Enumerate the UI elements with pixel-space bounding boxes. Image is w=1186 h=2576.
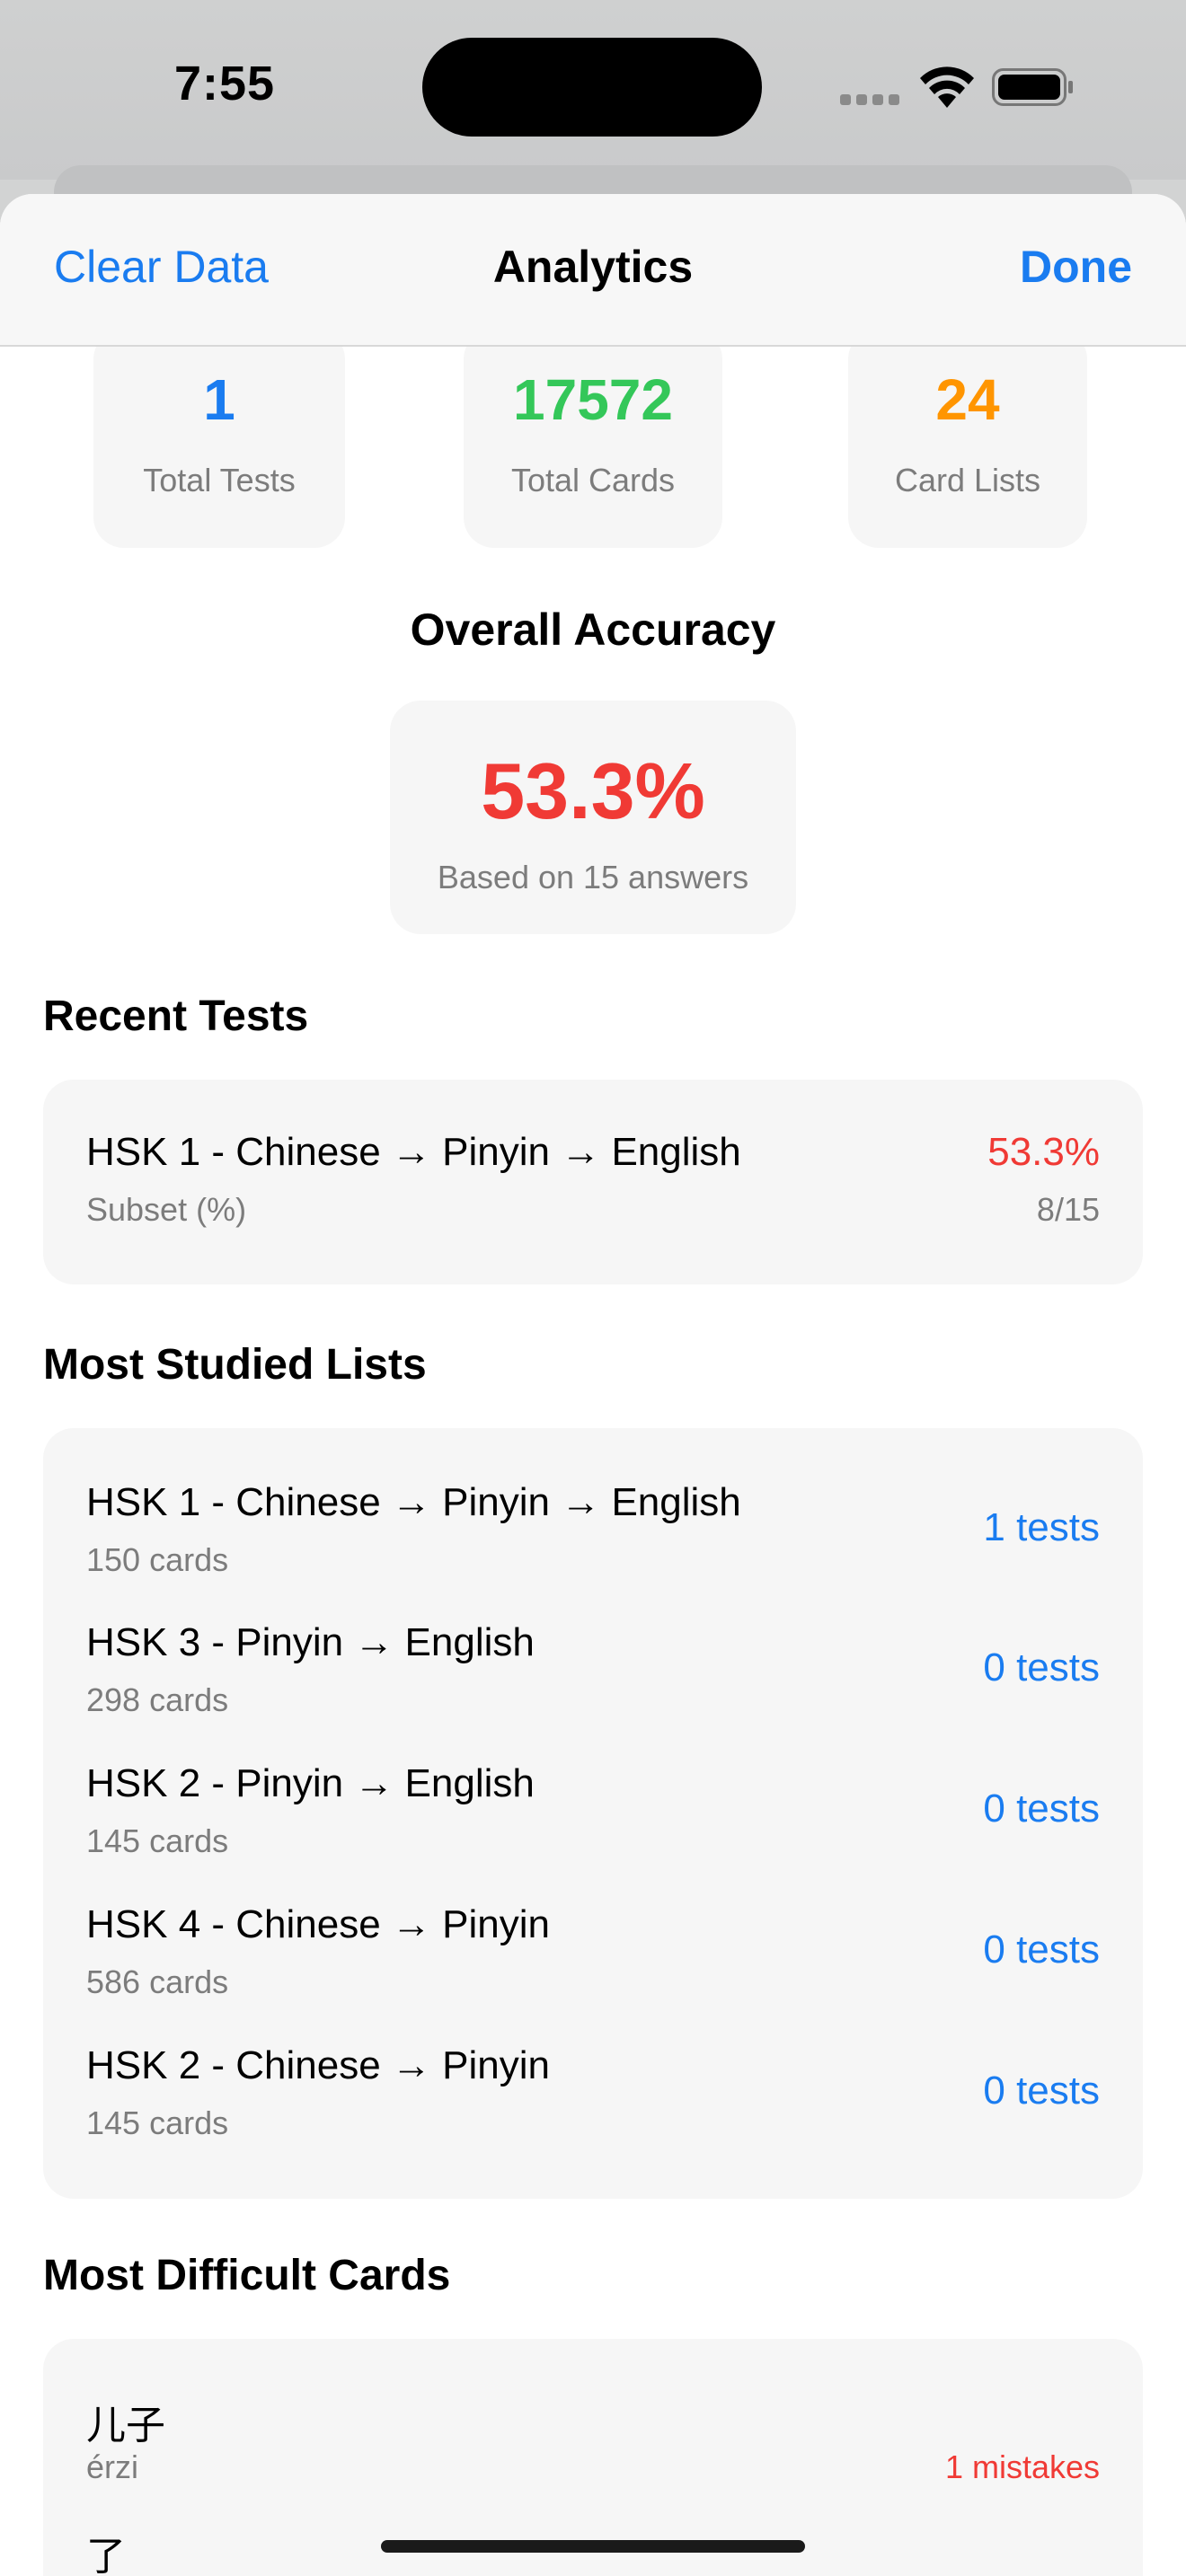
studied-list-row[interactable]: HSK 4 - Chinese → Pinyin 586 cards 0 tes… [43,1863,1143,2004]
overall-accuracy-heading: Overall Accuracy [410,604,776,655]
recent-tests-heading: Recent Tests [43,992,309,1040]
studied-list-title: HSK 4 - Chinese → Pinyin [86,1902,550,1946]
stat-value: 24 [935,367,1000,432]
stat-value: 1 [203,367,235,432]
most-studied-heading: Most Studied Lists [43,1341,427,1389]
analytics-sheet: Clear Data Analytics Done 1 Total Tests … [0,194,1186,2576]
recent-test-title: HSK 1 - Chinese → Pinyin → English [86,1130,741,1174]
studied-list-title: HSK 1 - Chinese → Pinyin → English [86,1480,741,1524]
studied-list-tests: 0 tests [983,2069,1100,2113]
difficult-card-word: 了 [86,2535,126,2576]
recent-test-score: 53.3% [987,1130,1100,1174]
difficult-card-mistakes: 1 mistakes [944,2448,1100,2485]
difficult-card-row[interactable]: 了 [43,2492,1143,2576]
done-button[interactable]: Done [1020,241,1132,293]
accuracy-card: 53.3% Based on 15 answers [390,701,796,934]
studied-list-title: HSK 2 - Chinese → Pinyin [86,2043,550,2087]
stat-card-total-tests: 1 Total Tests [93,329,345,548]
dynamic-island [422,38,762,137]
recent-test-fraction: 8/15 [1036,1191,1100,1228]
cellular-signal-icon [840,93,905,110]
studied-list-row[interactable]: HSK 2 - Pinyin → English 145 cards 0 tes… [43,1722,1143,1863]
studied-list-tests: 1 tests [983,1505,1100,1549]
battery-icon [992,68,1073,106]
most-studied-list: HSK 1 - Chinese → Pinyin → English 150 c… [43,1428,1143,2199]
most-difficult-heading: Most Difficult Cards [43,2252,451,2299]
studied-list-tests: 0 tests [983,1928,1100,1972]
studied-list-tests: 0 tests [983,1645,1100,1689]
studied-list-card-count: 586 cards [86,1963,229,2000]
stat-label: Total Tests [143,462,296,498]
studied-list-card-count: 150 cards [86,1541,229,1578]
navigation-bar: Clear Data Analytics Done [0,194,1186,347]
stat-label: Card Lists [894,462,1041,498]
studied-list-title: HSK 3 - Pinyin → English [86,1620,535,1664]
stat-value: 17572 [513,367,673,432]
difficult-card-row[interactable]: 儿子 érzi 1 mistakes [43,2339,1143,2492]
recent-test-subtitle: Subset (%) [86,1191,247,1228]
accuracy-value: 53.3% [481,746,705,835]
studied-list-row[interactable]: HSK 2 - Chinese → Pinyin 145 cards 0 tes… [43,2004,1143,2199]
wifi-icon [920,66,974,108]
stat-label: Total Cards [510,462,676,498]
difficult-card-word: 儿子 [86,2404,165,2448]
studied-list-row[interactable]: HSK 1 - Chinese → Pinyin → English 150 c… [43,1428,1143,1581]
difficult-card-pinyin: érzi [86,2448,139,2485]
studied-list-tests: 0 tests [983,1786,1100,1831]
stat-card-card-lists: 24 Card Lists [848,329,1087,548]
studied-list-card-count: 298 cards [86,1681,229,1718]
home-indicator[interactable] [381,2540,805,2553]
studied-list-row[interactable]: HSK 3 - Pinyin → English 298 cards 0 tes… [43,1581,1143,1722]
recent-tests-list: HSK 1 - Chinese → Pinyin → English Subse… [43,1080,1143,1284]
studied-list-title: HSK 2 - Pinyin → English [86,1761,535,1805]
status-time: 7:55 [173,57,276,110]
studied-list-card-count: 145 cards [86,2104,229,2141]
page-title: Analytics [492,242,694,292]
accuracy-caption: Based on 15 answers [437,859,749,895]
stat-card-total-cards: 17572 Total Cards [464,329,722,548]
recent-test-row[interactable]: HSK 1 - Chinese → Pinyin → English Subse… [43,1080,1143,1284]
studied-list-card-count: 145 cards [86,1822,229,1859]
